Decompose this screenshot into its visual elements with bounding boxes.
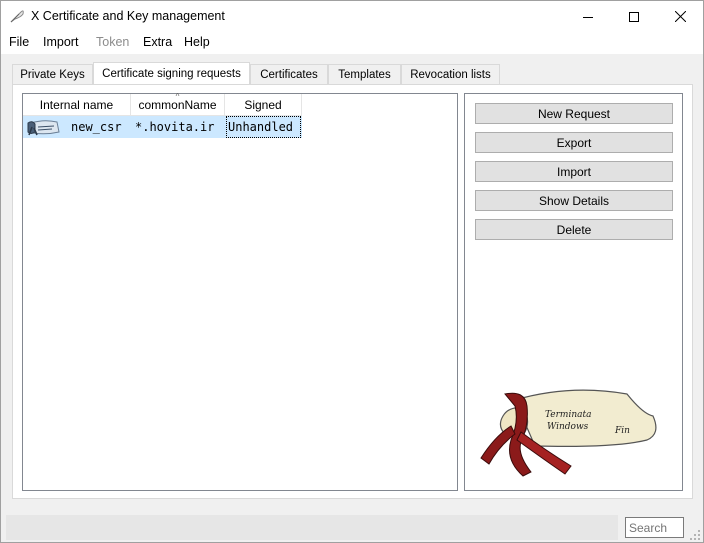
new-request-button[interactable]: New Request [475, 103, 673, 124]
logo-text-line2: Windows [547, 422, 589, 432]
close-button[interactable] [657, 1, 703, 32]
tab-templates[interactable]: Templates [328, 64, 401, 84]
resize-grip-icon[interactable] [689, 529, 701, 541]
close-icon [674, 11, 686, 22]
column-header-internal-name[interactable]: Internal name [23, 94, 131, 116]
logo-text-line1: Terminata [545, 410, 592, 420]
logo-text-line3: Fin [614, 426, 630, 436]
delete-button[interactable]: Delete [475, 219, 673, 240]
export-button[interactable]: Export [475, 132, 673, 153]
cell-common-name: *.hovita.ir [135, 120, 215, 134]
column-label: Signed [244, 97, 282, 112]
maximize-button[interactable] [611, 1, 657, 32]
cell-signed: Unhandled [226, 116, 301, 138]
maximize-icon [629, 11, 639, 22]
menu-file[interactable]: File [9, 35, 29, 49]
minimize-button[interactable] [565, 1, 611, 32]
sort-ascending-icon: ^ [175, 92, 180, 101]
tab-certificates[interactable]: Certificates [250, 64, 328, 84]
menu-extra[interactable]: Extra [143, 35, 172, 49]
import-button[interactable]: Import [475, 161, 673, 182]
menu-help[interactable]: Help [184, 35, 210, 49]
column-header-commonname[interactable]: ^ commonName [131, 92, 225, 116]
menu-import[interactable]: Import [43, 35, 78, 49]
column-label: Internal name [39, 97, 114, 112]
main-window: X Certificate and Key management File Im… [0, 0, 704, 543]
menu-token[interactable]: Token [96, 35, 129, 49]
cell-internal-name: new_csr [71, 120, 122, 134]
search-input[interactable] [625, 517, 684, 538]
tab-private-keys[interactable]: Private Keys [12, 64, 93, 84]
title-bar: X Certificate and Key management [1, 1, 703, 32]
show-details-button[interactable]: Show Details [475, 190, 673, 211]
tab-revocation-lists[interactable]: Revocation lists [401, 64, 500, 84]
minimize-icon [583, 16, 593, 18]
column-header-signed[interactable]: Signed [225, 94, 302, 116]
table-row[interactable]: new_csr *.hovita.ir Unhandled [23, 116, 302, 138]
csr-list[interactable]: Internal name ^ commonName Signed new_cs… [22, 93, 458, 491]
csr-tab-panel: Internal name ^ commonName Signed new_cs… [12, 84, 693, 499]
menu-bar: File Import Token Extra Help [1, 32, 703, 54]
tab-certificate-signing-requests[interactable]: Certificate signing requests [93, 62, 250, 84]
csr-scroll-icon [27, 120, 60, 136]
status-bar [6, 515, 618, 540]
action-panel: New Request Export Import Show Details D… [464, 93, 683, 491]
window-title: X Certificate and Key management [31, 9, 225, 23]
app-feather-icon [10, 10, 24, 23]
xca-scroll-logo: Terminata Windows Fin [480, 389, 657, 477]
